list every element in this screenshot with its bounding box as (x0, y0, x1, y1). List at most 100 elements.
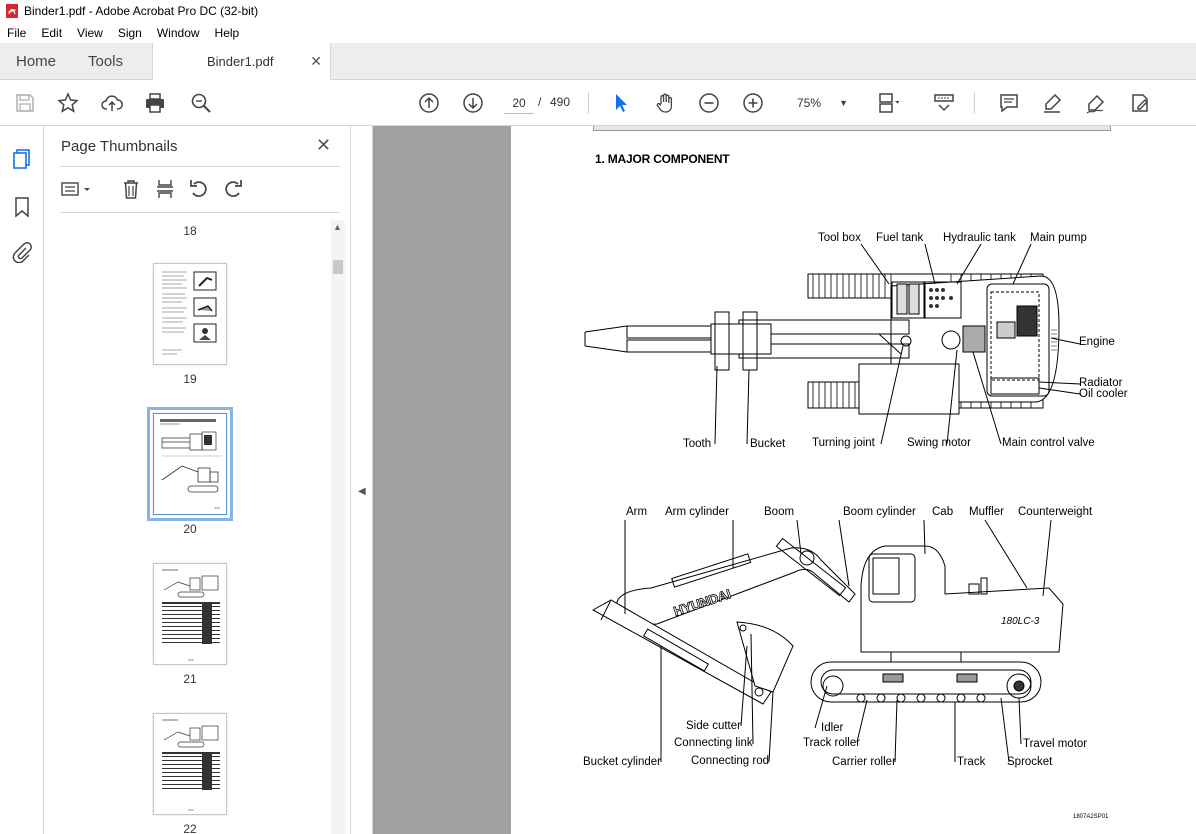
page-number-label: 18 (183, 224, 197, 238)
panel-title: Page Thumbnails (61, 138, 178, 155)
close-tab-icon[interactable]: ✕ (310, 53, 322, 70)
page-thumbnail[interactable] (153, 713, 227, 815)
label-sprocket: Sprocket (1007, 756, 1053, 768)
label-turning-joint: Turning joint (812, 437, 875, 449)
page-thumbnails-icon[interactable] (11, 148, 33, 170)
label-main-control-valve: Main control valve (1002, 437, 1095, 449)
print-icon[interactable] (143, 91, 167, 115)
find-icon[interactable] (189, 91, 213, 115)
rotate-cw-icon[interactable] (222, 178, 244, 200)
comment-icon[interactable] (997, 91, 1021, 115)
label-bucket-cylinder: Bucket cylinder (583, 756, 661, 768)
thumbnail-list: 18 19 20 21 22 (60, 220, 340, 834)
menu-view[interactable]: View (70, 26, 111, 40)
label-engine: Engine (1079, 336, 1115, 348)
delete-page-icon[interactable] (120, 178, 142, 200)
label-main-pump: Main pump (1030, 232, 1087, 244)
label-muffler: Muffler (969, 506, 1004, 518)
document-tab-label: Binder1.pdf (207, 54, 274, 69)
label-tooth: Tooth (683, 438, 712, 450)
label-fuel-tank: Fuel tank (876, 232, 924, 244)
label-arm-cylinder: Arm cylinder (665, 506, 729, 518)
collapse-panel-icon[interactable]: ◀ (358, 486, 366, 497)
page-number-label: 19 (183, 372, 197, 386)
close-panel-icon[interactable]: ✕ (316, 135, 331, 156)
label-track: Track (957, 756, 986, 768)
total-pages: 490 (550, 95, 571, 109)
label-cab: Cab (932, 506, 954, 518)
model-text: 180LC-3 (1001, 616, 1040, 627)
label-connecting-link: Connecting link (674, 737, 753, 749)
window-title: Binder1.pdf - Adobe Acrobat Pro DC (32-b… (24, 4, 259, 18)
page-number-label: 21 (183, 672, 197, 686)
current-page-input[interactable]: 20 (504, 92, 534, 114)
tab-document[interactable]: Binder1.pdf ✕ (152, 43, 331, 80)
menu-bar: File Edit View Sign Window Help (0, 22, 1196, 43)
edit-pdf-icon[interactable] (1128, 91, 1152, 115)
prev-page-icon[interactable] (417, 91, 441, 115)
tab-bar: Home Tools Binder1.pdf ✕ (0, 43, 1196, 80)
left-rail (0, 126, 44, 834)
highlight-icon[interactable] (1040, 91, 1064, 115)
toolbar-divider (974, 92, 975, 114)
label-counterweight: Counterweight (1018, 506, 1093, 518)
hand-icon[interactable] (653, 91, 677, 115)
scroll-mode-icon[interactable] (932, 91, 956, 115)
menu-file[interactable]: File (0, 26, 34, 40)
divider (60, 212, 340, 213)
page-separator: / (538, 95, 542, 109)
zoom-value: 75% (797, 96, 822, 110)
rotate-ccw-icon[interactable] (188, 178, 210, 200)
label-boom: Boom (764, 506, 795, 518)
figure-id: 1807A2SP01 (1073, 814, 1109, 820)
label-oil-cooler: Oil cooler (1079, 388, 1128, 400)
label-connecting-rod: Connecting rod (691, 755, 769, 767)
label-idler: Idler (821, 722, 844, 734)
label-side-cutter: Side cutter (686, 720, 741, 732)
label-arm: Arm (626, 506, 648, 518)
menu-help[interactable]: Help (208, 26, 248, 40)
save-icon[interactable] (13, 91, 37, 115)
page-thumbnail[interactable] (153, 263, 227, 365)
document-viewport[interactable]: 1. MAJOR COMPONENT 180LC-3 HYUNDAI Tool … (373, 126, 1196, 834)
page-thumbnail[interactable] (153, 563, 227, 665)
toolbar: 20 / 490 75% ▼ (0, 80, 1196, 126)
toolbar-divider (588, 92, 589, 114)
menu-window[interactable]: Window (150, 26, 208, 40)
bookmarks-icon[interactable] (11, 196, 33, 218)
page-number-label: 22 (183, 822, 197, 834)
attachments-icon[interactable] (11, 241, 33, 263)
thumbnails-panel: Page Thumbnails ✕ 18 19 20 21 22 ▲ (44, 126, 351, 834)
bookmark-star-icon[interactable] (56, 91, 80, 115)
upload-icon[interactable] (100, 91, 124, 115)
extract-page-icon[interactable] (154, 178, 176, 200)
menu-sign[interactable]: Sign (111, 26, 150, 40)
menu-edit[interactable]: Edit (34, 26, 70, 40)
label-hydraulic-tank: Hydraulic tank (943, 232, 1016, 244)
title-bar: Binder1.pdf - Adobe Acrobat Pro DC (32-b… (0, 0, 1196, 22)
page-thumbnail-selected[interactable] (147, 407, 233, 521)
options-menu-icon[interactable] (60, 178, 96, 200)
divider (60, 166, 340, 167)
next-page-icon[interactable] (461, 91, 485, 115)
panel-splitter[interactable]: ◀ (351, 126, 373, 834)
tab-home[interactable]: Home (16, 53, 56, 70)
label-boom-cylinder: Boom cylinder (843, 506, 916, 518)
scroll-up-icon[interactable]: ▲ (333, 222, 342, 232)
select-cursor-icon[interactable] (609, 91, 633, 115)
zoom-select[interactable]: 75% ▼ (790, 92, 854, 114)
tab-tools[interactable]: Tools (88, 53, 123, 70)
label-carrier-roller: Carrier roller (832, 756, 896, 768)
page-number-label: 20 (183, 522, 197, 536)
label-track-roller: Track roller (803, 737, 861, 749)
thumbnail-scrollbar[interactable]: ▲ (331, 220, 345, 834)
label-swing-motor: Swing motor (907, 437, 971, 449)
fit-page-icon[interactable] (876, 91, 900, 115)
zoom-out-icon[interactable] (697, 91, 721, 115)
chevron-down-icon: ▼ (839, 98, 848, 108)
zoom-in-icon[interactable] (741, 91, 765, 115)
sign-icon[interactable] (1084, 91, 1108, 115)
acrobat-app-icon (6, 4, 18, 18)
label-travel-motor: Travel motor (1023, 738, 1088, 750)
scrollbar-thumb[interactable] (333, 260, 343, 274)
